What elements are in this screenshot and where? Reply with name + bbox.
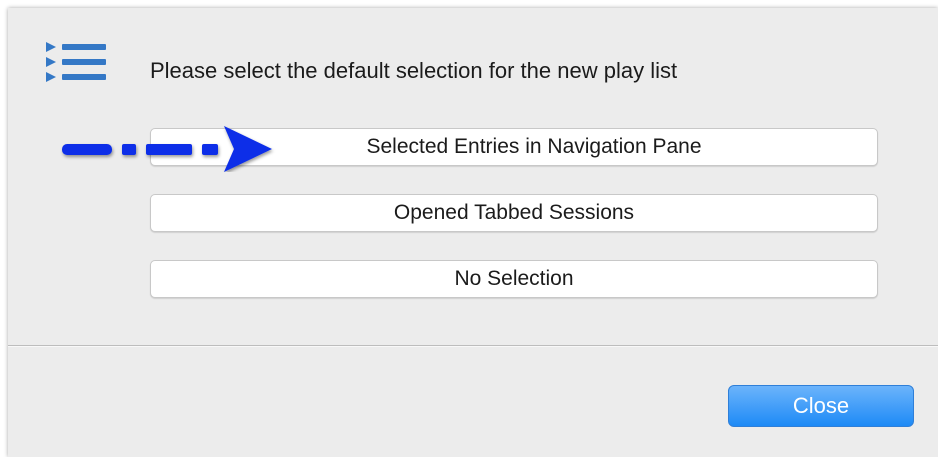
playlist-icon: [46, 42, 106, 82]
playlist-selection-dialog: Please select the default selection for …: [8, 8, 938, 457]
no-selection-label: No Selection: [454, 267, 574, 290]
divider: [8, 345, 938, 347]
opened-tabbed-sessions-button[interactable]: Opened Tabbed Sessions: [150, 194, 878, 232]
selected-entries-label: Selected Entries in Navigation Pane: [366, 135, 702, 158]
close-button[interactable]: Close: [728, 385, 914, 427]
no-selection-button[interactable]: No Selection: [150, 260, 878, 298]
prompt-text: Please select the default selection for …: [150, 58, 678, 83]
dashed-arrow-icon: [62, 126, 272, 172]
opened-tabbed-sessions-label: Opened Tabbed Sessions: [393, 201, 635, 224]
